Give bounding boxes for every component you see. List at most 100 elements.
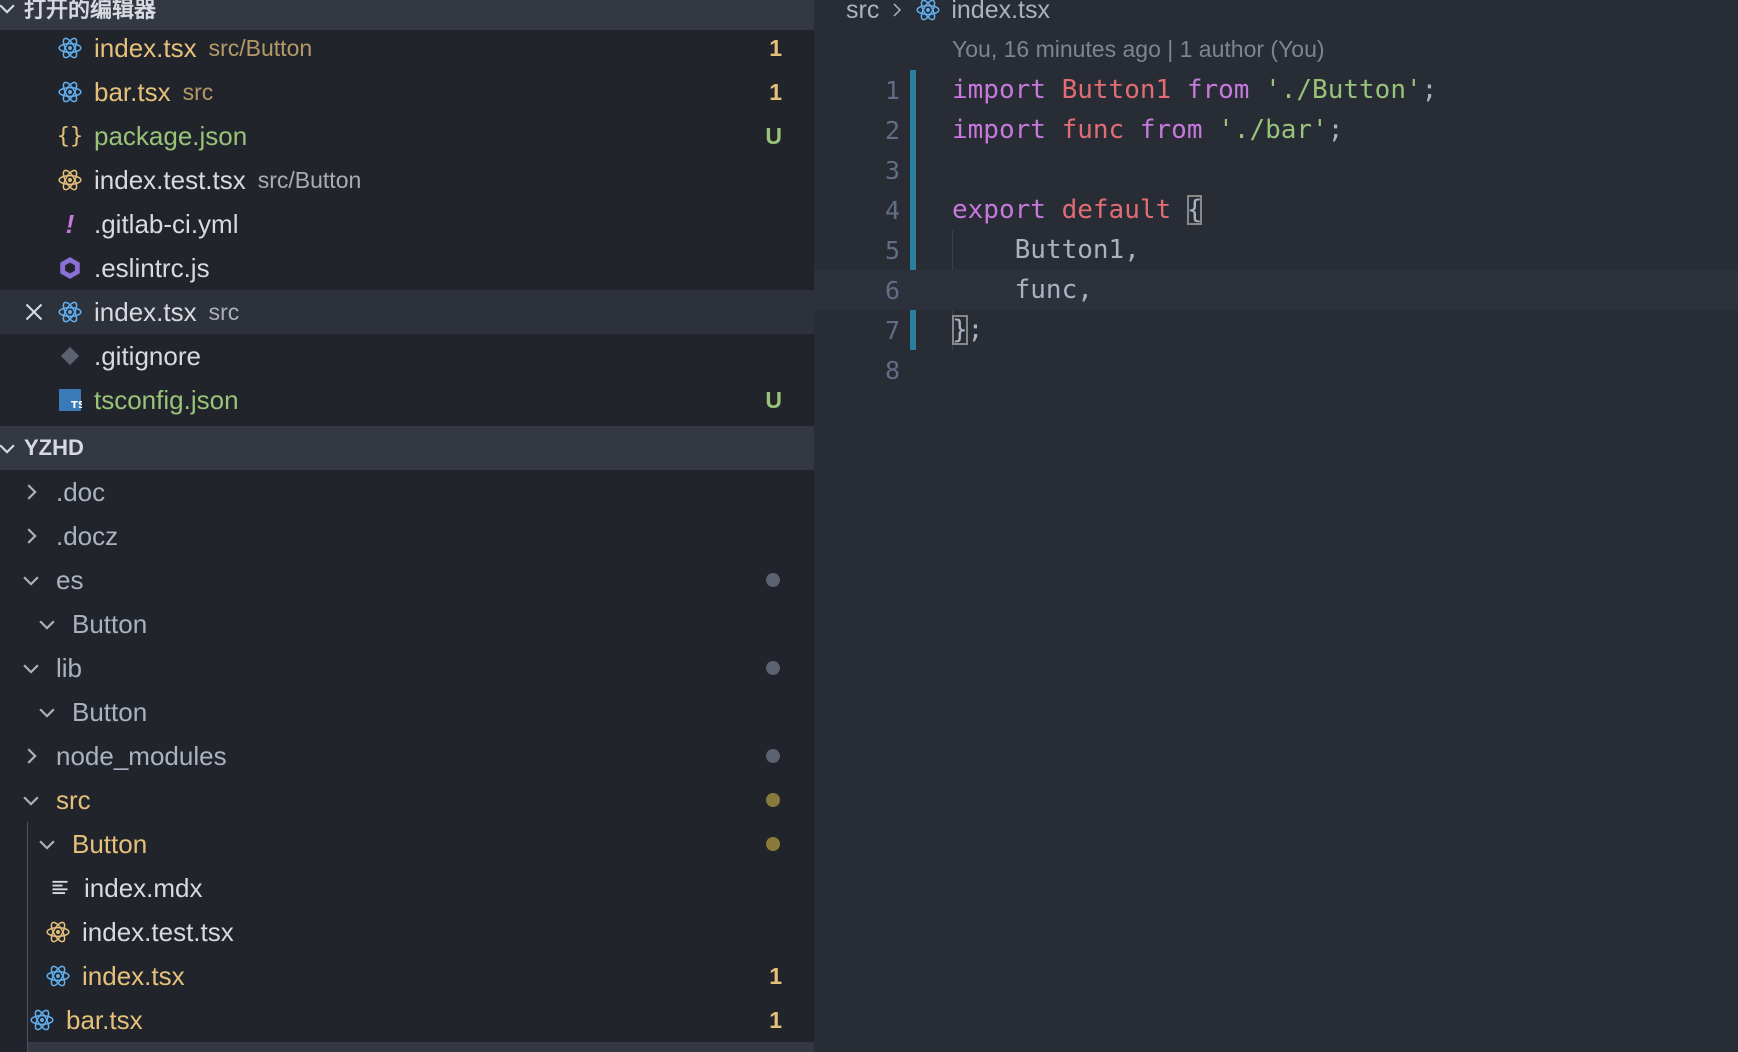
chevron-down-icon <box>23 796 39 806</box>
code-line[interactable]: 2 import func from './bar'; <box>814 110 1738 150</box>
open-editor-path: src/Button <box>257 166 362 193</box>
open-editor-item[interactable]: bar.tsx src 1 <box>0 70 814 114</box>
chevron-down-icon <box>39 620 55 630</box>
line-number: 2 <box>884 115 900 145</box>
code-text: func, <box>952 275 1093 305</box>
code-line[interactable]: 5 Button1, <box>814 230 1738 270</box>
breadcrumb: src index.tsx <box>846 0 1050 30</box>
line-number: 8 <box>884 355 900 385</box>
git-icon <box>56 342 84 370</box>
open-editor-item[interactable]: ! .gitlab-ci.yml <box>0 202 814 246</box>
open-editor-name: index.tsx <box>94 296 197 327</box>
tree-item-label: lib <box>56 652 83 683</box>
react-icon <box>915 0 941 23</box>
react-test-icon <box>44 918 72 946</box>
tree-folder[interactable]: Button <box>0 690 814 734</box>
horizontal-scrollbar[interactable] <box>28 1042 814 1052</box>
code-line[interactable]: 1 import Button1 from './Button'; <box>814 70 1738 110</box>
breadcrumb-folder[interactable]: src <box>846 0 879 25</box>
react-icon <box>56 34 84 62</box>
chevron-down-icon <box>23 664 39 674</box>
git-status-dot <box>766 793 780 807</box>
tree-folder[interactable]: Button <box>0 602 814 646</box>
code-line[interactable]: 3 <box>814 150 1738 190</box>
tree-folder[interactable]: node_modules <box>0 734 814 778</box>
tree-file[interactable]: index.mdx <box>0 866 814 910</box>
open-editor-path: src <box>182 78 214 105</box>
chevron-down-icon <box>23 576 39 586</box>
problem-count-badge: 1 <box>769 962 782 989</box>
tree-item-label: bar.tsx <box>66 1004 143 1035</box>
git-blame-codelens[interactable]: You, 16 minutes ago | 1 author (You) <box>952 36 1325 63</box>
problem-count-badge: 1 <box>769 34 782 61</box>
react-test-icon <box>56 166 84 194</box>
tree-item-label: .docz <box>56 520 119 551</box>
code-line[interactable]: 4 export default { <box>814 190 1738 230</box>
code-text: import func from './bar'; <box>952 115 1344 145</box>
chevron-right-icon <box>893 3 902 17</box>
svg-text:TS: TS <box>71 400 82 411</box>
react-icon <box>28 1006 56 1034</box>
code-text: import Button1 from './Button'; <box>952 75 1438 105</box>
close-icon[interactable] <box>22 300 46 324</box>
tree-file[interactable]: bar.tsx 1 <box>0 998 814 1042</box>
tree-folder[interactable]: .docz <box>0 514 814 558</box>
tree-item-label: src <box>56 784 91 815</box>
exclamation-icon: ! <box>65 208 75 239</box>
chevron-down-icon <box>0 444 15 454</box>
chevron-down-icon <box>39 840 55 850</box>
tree-folder[interactable]: lib <box>0 646 814 690</box>
tree-item-label: Button <box>72 828 148 859</box>
markdown-lines-icon <box>46 874 74 902</box>
code-text: Button1, <box>952 235 1140 265</box>
tree-folder[interactable]: src <box>0 778 814 822</box>
react-icon <box>56 298 84 326</box>
chevron-right-icon <box>27 484 37 500</box>
tree-item-label: index.tsx <box>82 960 185 991</box>
open-editor-item[interactable]: .gitignore <box>0 334 814 378</box>
problem-count-badge: 1 <box>769 1006 782 1033</box>
explorer-title: YZHD <box>24 435 84 460</box>
open-editor-item[interactable]: index.tsx src/Button 1 <box>0 26 814 70</box>
code-line-current[interactable]: 6 func, <box>814 270 1738 310</box>
tree-item-label: Button <box>72 608 148 639</box>
open-editor-name: tsconfig.json <box>94 384 239 415</box>
tree-item-label: Button <box>72 696 148 727</box>
explorer-header[interactable]: YZHD <box>0 426 814 470</box>
chevron-right-icon <box>27 748 37 764</box>
react-icon <box>56 78 84 106</box>
open-editor-item[interactable]: .eslintrc.js <box>0 246 814 290</box>
code-text: export default { <box>952 195 1203 225</box>
tree-folder[interactable]: Button <box>0 822 814 866</box>
open-editor-name: .gitlab-ci.yml <box>94 208 239 239</box>
code-text: }; <box>952 315 984 345</box>
open-editor-item-active[interactable]: index.tsx src <box>0 290 814 334</box>
open-editor-name: package.json <box>94 120 248 151</box>
tree-file[interactable]: index.tsx 1 <box>0 954 814 998</box>
git-status-dot <box>766 573 780 587</box>
open-editor-item[interactable]: TS tsconfig.json U <box>0 378 814 422</box>
chevron-down-icon <box>0 4 15 14</box>
code-line[interactable]: 8 <box>814 350 1738 390</box>
matched-bracket: { <box>1186 195 1203 225</box>
git-status-dot <box>766 749 780 763</box>
tree-item-label: node_modules <box>56 740 227 771</box>
eslint-icon <box>56 254 84 282</box>
open-editor-item[interactable]: index.test.tsx src/Button <box>0 158 814 202</box>
line-number: 3 <box>884 155 900 185</box>
code-line[interactable]: 7 }; <box>814 310 1738 350</box>
typescript-icon: TS <box>56 386 84 414</box>
tree-folder[interactable]: .doc <box>0 470 814 514</box>
tree-item-label: index.test.tsx <box>82 916 234 947</box>
untracked-badge: U <box>765 122 782 149</box>
open-editor-path: src/Button <box>208 34 313 61</box>
editor: src index.tsx You, 16 minutes ago | 1 au… <box>814 0 1738 1052</box>
open-editor-name: index.test.tsx <box>94 164 246 195</box>
chevron-right-icon <box>27 528 37 544</box>
breadcrumb-file[interactable]: index.tsx <box>951 0 1050 25</box>
react-icon <box>44 962 72 990</box>
tree-folder[interactable]: es <box>0 558 814 602</box>
tree-file[interactable]: index.test.tsx <box>0 910 814 954</box>
open-editor-item[interactable]: {} package.json U <box>0 114 814 158</box>
open-editor-name: bar.tsx <box>94 76 171 107</box>
